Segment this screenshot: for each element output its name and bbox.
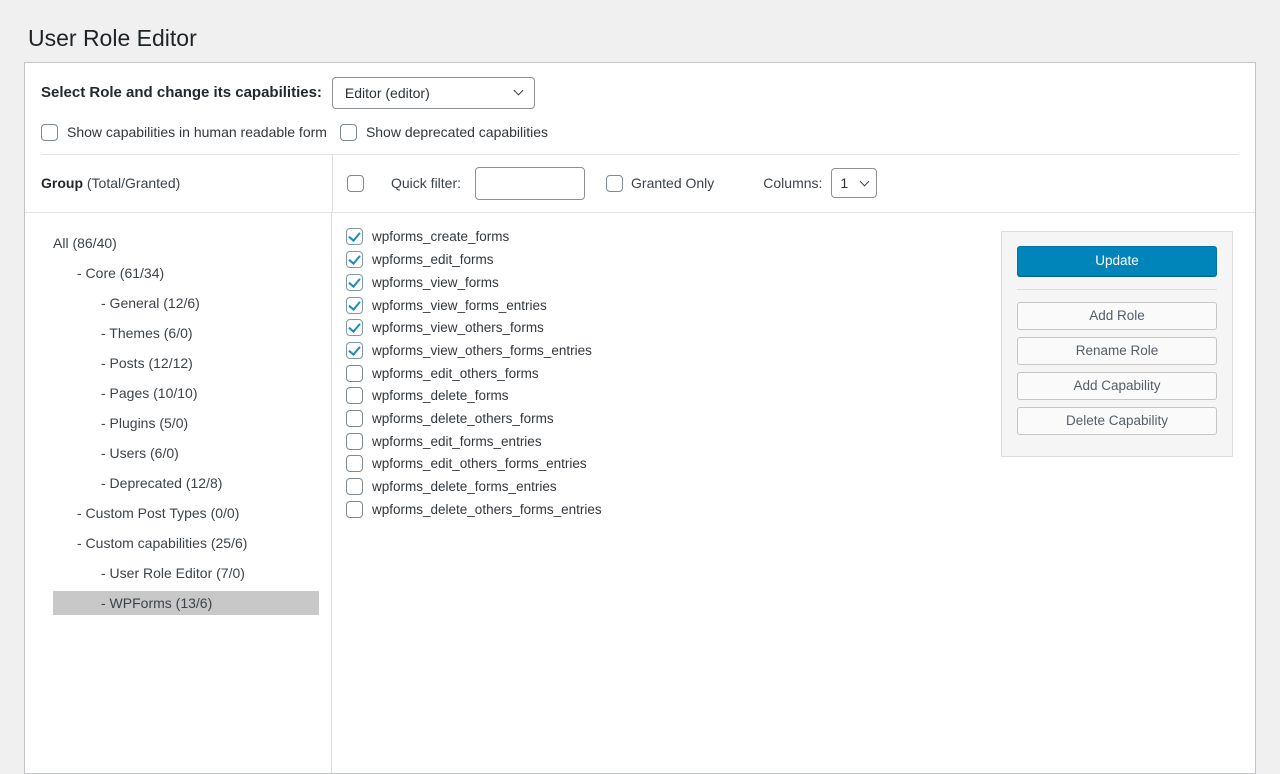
role-select[interactable]: Editor (editor) (332, 77, 535, 109)
capability-label: wpforms_edit_others_forms (372, 366, 539, 381)
capability-label: wpforms_edit_others_forms_entries (372, 456, 587, 471)
capability-label: wpforms_view_forms_entries (372, 298, 547, 313)
show-human-readable-checkbox[interactable] (41, 124, 58, 141)
capability-row: wpforms_view_others_forms_entries (346, 339, 1001, 362)
granted-only-checkbox[interactable] (606, 175, 623, 192)
capability-checkbox[interactable] (346, 319, 363, 336)
groups-tree: All (86/40) - Core (61/34) - General (12/6… (25, 213, 332, 773)
capability-checkbox[interactable] (346, 501, 363, 518)
group-tree-item[interactable]: All (86/40) (53, 231, 319, 255)
columns-select-value: 1 (840, 175, 848, 191)
capability-label: wpforms_delete_forms_entries (372, 479, 557, 494)
capability-row: wpforms_create_forms (346, 226, 1001, 249)
capability-row: wpforms_delete_forms (346, 384, 1001, 407)
capability-label: wpforms_view_forms (372, 275, 499, 290)
capability-row: wpforms_view_others_forms (346, 316, 1001, 339)
quick-filter-label: Quick filter: (391, 175, 461, 191)
group-tree-item[interactable]: - Pages (10/10) (53, 381, 319, 405)
add-role-button[interactable]: Add Role (1017, 302, 1217, 330)
capability-label: wpforms_delete_forms (372, 388, 509, 403)
divider (1017, 289, 1217, 290)
capability-row: wpforms_delete_others_forms (346, 407, 1001, 430)
capability-label: wpforms_delete_others_forms_entries (372, 502, 602, 517)
capability-label: wpforms_create_forms (372, 229, 509, 244)
capability-checkbox[interactable] (346, 251, 363, 268)
group-tree-item[interactable]: - WPForms (13/6) (53, 591, 319, 615)
show-human-readable-label: Show capabilities in human readable form (67, 124, 327, 140)
capability-checkbox[interactable] (346, 297, 363, 314)
capability-label: wpforms_edit_forms (372, 252, 494, 267)
update-button[interactable]: Update (1017, 246, 1217, 276)
add-capability-button[interactable]: Add Capability (1017, 372, 1217, 400)
capability-checkbox[interactable] (346, 478, 363, 495)
capability-checkbox[interactable] (346, 455, 363, 472)
group-tree-item[interactable]: - Posts (12/12) (53, 351, 319, 375)
capability-checkbox[interactable] (346, 410, 363, 427)
top-section: Select Role and change its capabilities:… (25, 63, 1255, 154)
select-all-checkbox[interactable] (347, 175, 364, 192)
capability-label: wpforms_delete_others_forms (372, 411, 554, 426)
capability-checkbox[interactable] (346, 228, 363, 245)
capability-row: wpforms_edit_forms (346, 248, 1001, 271)
capability-checkbox[interactable] (346, 433, 363, 450)
delete-capability-button[interactable]: Delete Capability (1017, 407, 1217, 435)
group-tree-item[interactable]: - Custom capabilities (25/6) (53, 531, 319, 555)
show-deprecated-label: Show deprecated capabilities (366, 124, 548, 140)
select-role-label: Select Role and change its capabilities: (41, 84, 322, 101)
group-tree-item[interactable]: - Custom Post Types (0/0) (53, 501, 319, 525)
page-title: User Role Editor (0, 0, 1280, 62)
columns-select[interactable]: 1 (831, 168, 877, 198)
group-label: Group (41, 175, 83, 191)
main-area: All (86/40) - Core (61/34) - General (12/6… (25, 213, 1255, 773)
group-tree-item[interactable]: - General (12/6) (53, 291, 319, 315)
capability-checkbox[interactable] (346, 274, 363, 291)
capability-row: wpforms_edit_forms_entries (346, 430, 1001, 453)
show-deprecated-checkbox[interactable] (340, 124, 357, 141)
capabilities-list: wpforms_create_forms wpforms_edit_formswp… (332, 213, 1001, 773)
chevron-down-icon (860, 176, 870, 186)
actions-panel: Update Add Role Rename Role Add Capability… (1001, 231, 1233, 457)
chevron-down-icon (513, 86, 523, 96)
columns-label: Columns: (763, 175, 822, 191)
capability-row: wpforms_view_forms_entries (346, 294, 1001, 317)
rename-role-button[interactable]: Rename Role (1017, 337, 1217, 365)
capability-row: wpforms_edit_others_forms (346, 362, 1001, 385)
capability-checkbox[interactable] (346, 365, 363, 382)
group-tree-item[interactable]: - Plugins (5/0) (53, 411, 319, 435)
role-editor-panel: Select Role and change its capabilities:… (24, 62, 1256, 774)
role-select-value: Editor (editor) (345, 85, 430, 101)
group-tree-item[interactable]: - Core (61/34) (53, 261, 319, 285)
capability-checkbox[interactable] (346, 342, 363, 359)
group-tree-item[interactable]: - Users (6/0) (53, 441, 319, 465)
group-suffix: (Total/Granted) (83, 175, 180, 191)
filter-controls: Quick filter: Granted Only Columns: 1 (332, 155, 1255, 212)
quick-filter-input[interactable] (475, 167, 585, 200)
granted-only-label: Granted Only (631, 175, 714, 191)
group-header: Group (Total/Granted) (25, 155, 332, 212)
capability-label: wpforms_view_others_forms_entries (372, 343, 592, 358)
filter-bar: Group (Total/Granted) Quick filter: Gran… (25, 155, 1255, 212)
capability-row: wpforms_delete_forms_entries (346, 475, 1001, 498)
secondary-buttons: Add Role Rename Role Add Capability Delete … (1017, 302, 1217, 435)
group-tree-item[interactable]: - Deprecated (12/8) (53, 471, 319, 495)
capability-label: wpforms_view_others_forms (372, 320, 544, 335)
capability-row: wpforms_delete_others_forms_entries (346, 498, 1001, 521)
group-tree-item[interactable]: - Themes (6/0) (53, 321, 319, 345)
group-tree-item[interactable]: - User Role Editor (7/0) (53, 561, 319, 585)
capability-row: wpforms_edit_others_forms_entries (346, 452, 1001, 475)
capability-row: wpforms_view_forms (346, 271, 1001, 294)
capability-checkbox[interactable] (346, 387, 363, 404)
capability-label: wpforms_edit_forms_entries (372, 434, 542, 449)
